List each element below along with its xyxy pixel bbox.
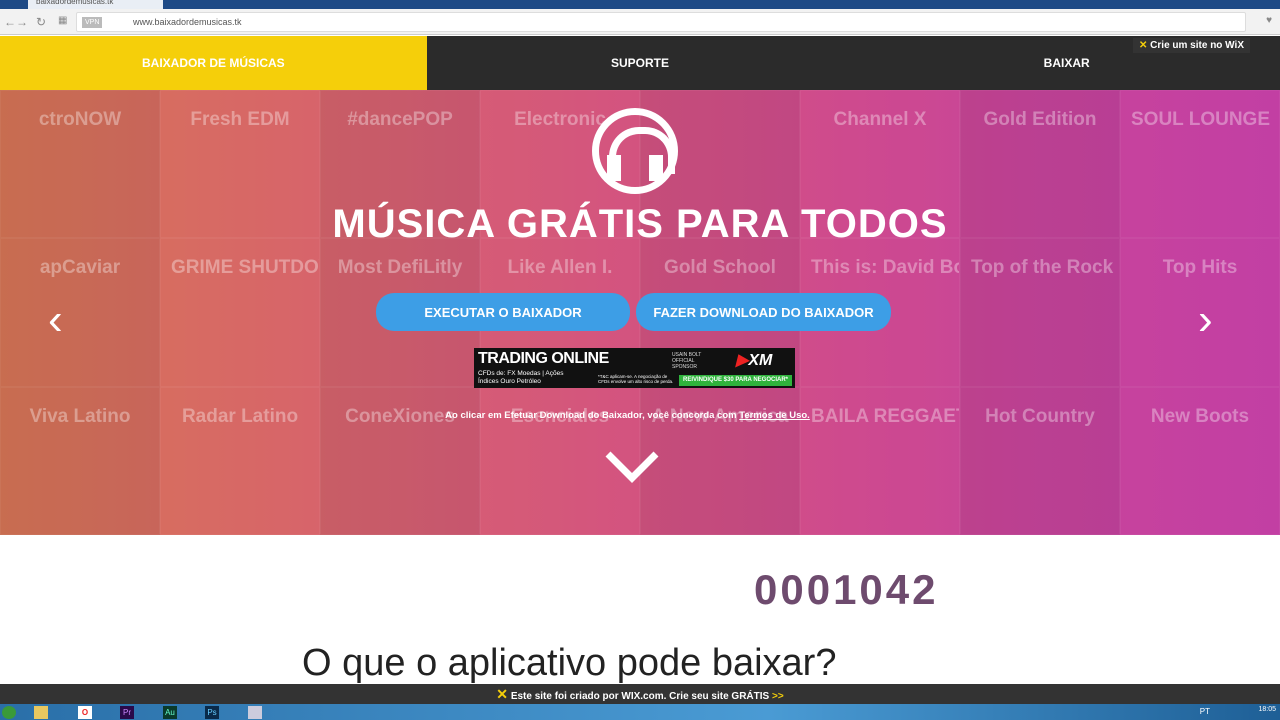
reload-icon[interactable]: ↻	[36, 15, 46, 29]
wix-badge[interactable]: ✕ Crie um site no WiX	[1133, 38, 1250, 53]
address-bar-row: ← → ↻ ▦ VPN www.baixadordemusicas.tk ♥	[0, 9, 1280, 35]
playlist-tile: Radar Latino	[160, 386, 320, 535]
url-text: www.baixadordemusicas.tk	[133, 17, 242, 27]
playlist-tile: A New America	[640, 386, 800, 535]
photoshop-icon[interactable]: Ps	[205, 706, 219, 719]
audition-icon[interactable]: Au	[163, 706, 177, 719]
premiere-icon[interactable]: Pr	[120, 706, 134, 719]
wix-logo-icon: ✕	[496, 686, 509, 702]
playlist-tile: Viva Latino	[0, 386, 160, 535]
opera-icon[interactable]: O	[78, 706, 92, 719]
wix-icon: ✕	[1139, 40, 1148, 51]
section-heading: O que o aplicativo pode baixar?	[302, 642, 837, 684]
carousel-prev-icon[interactable]: ‹	[48, 295, 63, 345]
ad-title: TRADING ONLINE	[478, 350, 609, 367]
terms-link[interactable]: Termos de Uso.	[739, 410, 810, 421]
nav-suporte[interactable]: SUPORTE	[427, 36, 854, 90]
run-downloader-button[interactable]: EXECUTAR O BAIXADOR	[376, 293, 630, 331]
download-downloader-button[interactable]: FAZER DOWNLOAD DO BAIXADOR	[636, 293, 891, 331]
nav-baixador-de-musicas[interactable]: BAIXADOR DE MÚSICAS	[0, 36, 427, 90]
ad-cta-button[interactable]: REIVINDIQUE $30 PARA NEGOCIAR*	[679, 375, 792, 386]
ad-brand-logo: ▶XM	[736, 352, 773, 369]
playlist-tile: ConeXiones	[320, 386, 480, 535]
clock[interactable]: 18:05	[1258, 706, 1276, 713]
headphones-logo-icon	[592, 108, 678, 194]
playlist-tile: Hot Country	[960, 386, 1120, 535]
back-icon[interactable]: ←	[4, 15, 16, 29]
hero-section: ctroNOW Fresh EDM #dancePOP Electronic Chann…	[0, 90, 1280, 535]
trading-ad-banner[interactable]: TRADING ONLINE CFDs de: FX Moedas | Açõe…	[474, 348, 795, 388]
playlist-tile: Top of the Rock	[960, 238, 1120, 387]
playlist-tile: apCaviar	[0, 238, 160, 387]
ad-lines: CFDs de: FX Moedas | Ações Índices Ouro P…	[478, 370, 564, 385]
url-input[interactable]: VPN www.baixadordemusicas.tk	[76, 12, 1246, 32]
site-nav: BAIXADOR DE MÚSICAS SUPORTE BAIXAR	[0, 36, 1280, 90]
explorer-icon[interactable]	[34, 706, 48, 719]
start-button[interactable]	[2, 706, 16, 719]
language-indicator[interactable]: PT	[1200, 707, 1210, 716]
playlist-tile: GRIME SHUTDOWN	[160, 238, 320, 387]
apps-grid-icon[interactable]: ▦	[58, 15, 67, 26]
playlist-tile: New Boots	[1120, 386, 1280, 535]
download-counter: 0001042	[754, 566, 939, 613]
playlist-tile: BAILA REGGAETON	[800, 386, 960, 535]
app-window-icon[interactable]	[248, 706, 262, 719]
carousel-next-icon[interactable]: ›	[1198, 295, 1213, 345]
forward-icon[interactable]: →	[16, 15, 28, 29]
browser-tab-strip: baixadordemusicas.tk	[0, 0, 1280, 9]
hero-title: MÚSICA GRÁTIS PARA TODOS	[332, 202, 948, 246]
heart-icon[interactable]: ♥	[1266, 15, 1272, 26]
browser-tab[interactable]: baixadordemusicas.tk	[28, 0, 163, 9]
ad-disclaimer: *T&C aplicam-se. A negociação de CFDs en…	[598, 374, 674, 384]
vpn-badge[interactable]: VPN	[82, 17, 103, 28]
terms-notice: Ao clicar em Efetuar Download do Baixado…	[445, 410, 810, 421]
windows-taskbar: O Pr Au Ps PT 18:05	[0, 704, 1280, 720]
scroll-down-chevron-icon[interactable]	[604, 442, 660, 498]
ad-sponsor: USAIN BOLT OFFICIAL SPONSOR	[672, 352, 702, 370]
wix-footer-bar[interactable]: ✕ Este site foi criado por WIX.com. Crie…	[0, 684, 1280, 704]
